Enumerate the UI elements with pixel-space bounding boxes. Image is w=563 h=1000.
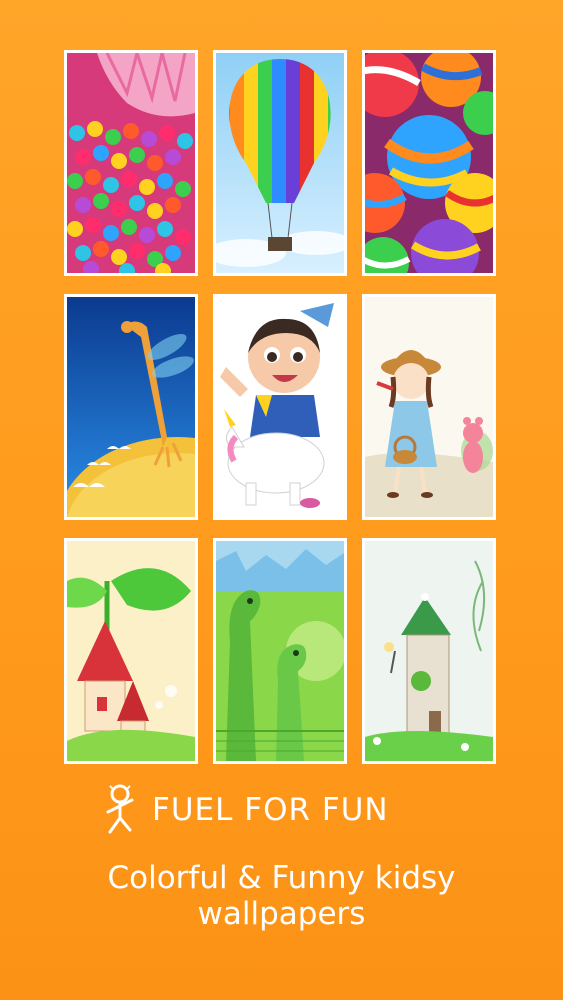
tagline-line-1: Colorful & Funny kidsy (107, 860, 456, 896)
wallpaper-tile-balloon[interactable] (213, 50, 347, 276)
wallpaper-tile-balls[interactable] (362, 50, 496, 276)
brand-bar: FUEL FOR FUN (100, 782, 460, 838)
candy-wallpaper-image (67, 53, 195, 273)
tagline: Colorful & Funny kidsy wallpapers (0, 860, 563, 932)
kid-running-icon (106, 784, 134, 834)
dinosaurs-wallpaper-image (216, 541, 344, 761)
wallpaper-tile-tower[interactable] (362, 538, 496, 764)
wallpaper-tile-girl-unicorn[interactable] (213, 294, 347, 520)
wallpaper-tile-girl-basket[interactable] (362, 294, 496, 520)
brand-title: FUEL FOR FUN (152, 792, 389, 828)
giraffe-wallpaper-image (67, 297, 195, 517)
wallpaper-tile-dinosaurs[interactable] (213, 538, 347, 764)
fairy-tower-wallpaper-image (365, 541, 493, 761)
girl-unicorn-wallpaper-image (216, 297, 344, 517)
hot-air-balloon-wallpaper-image (216, 53, 344, 273)
mushroom-house-wallpaper-image (67, 541, 195, 761)
wallpaper-tile-candy[interactable] (64, 50, 198, 276)
wallpaper-tile-giraffe[interactable] (64, 294, 198, 520)
tagline-line-2: wallpapers (197, 896, 366, 932)
striped-balls-wallpaper-image (365, 53, 493, 273)
wallpaper-tile-mushroom-house[interactable] (64, 538, 198, 764)
girl-basket-wallpaper-image (365, 297, 493, 517)
